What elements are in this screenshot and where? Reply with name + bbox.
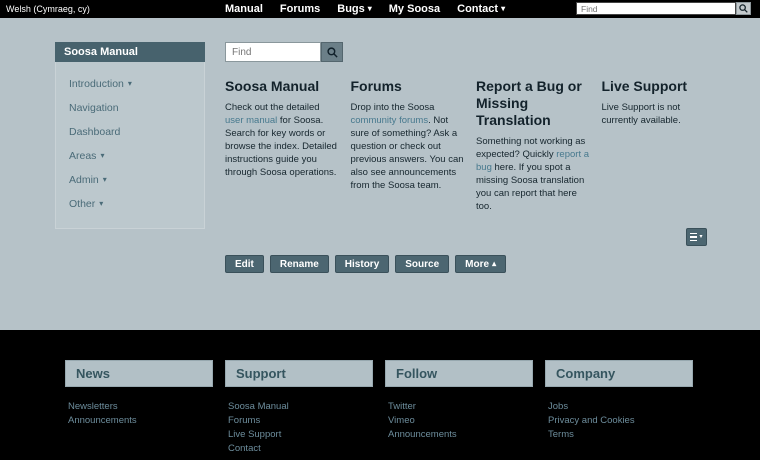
- footer-link-terms[interactable]: Terms: [545, 428, 693, 442]
- column-title: Soosa Manual: [225, 78, 339, 95]
- page-options-button[interactable]: ▾: [686, 228, 707, 246]
- page-search: [225, 42, 715, 62]
- column-text: Check out the detailed user manual for S…: [225, 101, 339, 179]
- chevron-down-icon: ▾: [103, 176, 107, 184]
- history-button[interactable]: History: [335, 255, 389, 273]
- footer-link-contact[interactable]: Contact: [225, 442, 373, 456]
- footer-link-forums[interactable]: Forums: [225, 414, 373, 428]
- chevron-down-icon: ▾: [368, 5, 372, 13]
- topbar-search-input[interactable]: [576, 2, 736, 15]
- footer-section-follow: Follow Twitter Vimeo Announcements: [385, 360, 533, 456]
- sidebar: Soosa Manual Introduction▾ Navigation Da…: [55, 42, 205, 229]
- column-title: Report a Bug or Missing Translation: [476, 78, 590, 129]
- nav-item-forums[interactable]: Forums: [280, 3, 320, 15]
- topbar-search: [576, 2, 751, 15]
- chevron-down-icon: ▾: [100, 152, 104, 160]
- footer-section-title: Support: [225, 360, 373, 387]
- footer-link-soosa-manual[interactable]: Soosa Manual: [225, 400, 373, 414]
- footer-link-newsletters[interactable]: Newsletters: [65, 400, 213, 414]
- column-forums: Forums Drop into the Soosa community for…: [351, 78, 465, 213]
- footer-link-announcements[interactable]: Announcements: [385, 428, 533, 442]
- list-icon: [690, 233, 697, 242]
- column-live-support: Live Support Live Support is not current…: [602, 78, 716, 213]
- sidebar-item-introduction[interactable]: Introduction▾: [56, 72, 204, 96]
- footer-link-twitter[interactable]: Twitter: [385, 400, 533, 414]
- more-button[interactable]: More▴: [455, 255, 506, 273]
- column-soosa-manual: Soosa Manual Check out the detailed user…: [225, 78, 339, 213]
- footer-link-announcements[interactable]: Announcements: [65, 414, 213, 428]
- column-text: Live Support is not currently available.: [602, 101, 716, 127]
- column-report-bug: Report a Bug or Missing Translation Some…: [476, 78, 590, 213]
- nav-item-manual[interactable]: Manual: [225, 3, 263, 15]
- footer: News Newsletters Announcements Support S…: [0, 330, 760, 460]
- top-bar: Welsh (Cymraeg, cy) Manual Forums Bugs▾ …: [0, 0, 760, 18]
- footer-link-jobs[interactable]: Jobs: [545, 400, 693, 414]
- sidebar-title: Soosa Manual: [55, 42, 205, 62]
- language-switcher[interactable]: Welsh (Cymraeg, cy): [6, 4, 90, 14]
- column-text: Something not working as expected? Quick…: [476, 135, 590, 213]
- edit-button[interactable]: Edit: [225, 255, 264, 273]
- nav-item-bugs[interactable]: Bugs▾: [337, 3, 372, 15]
- chevron-down-icon: ▾: [99, 200, 103, 208]
- sidebar-item-navigation[interactable]: Navigation: [56, 96, 204, 120]
- source-button[interactable]: Source: [395, 255, 449, 273]
- column-text: Drop into the Soosa community forums. No…: [351, 101, 465, 192]
- search-icon: [327, 47, 338, 58]
- sidebar-item-dashboard[interactable]: Dashboard: [56, 120, 204, 144]
- column-title: Forums: [351, 78, 465, 95]
- chevron-down-icon: ▾: [699, 234, 702, 240]
- page-actions: Edit Rename History Source More▴: [225, 255, 506, 273]
- chevron-down-icon: ▾: [501, 5, 505, 13]
- footer-section-news: News Newsletters Announcements: [65, 360, 213, 456]
- footer-link-live-support[interactable]: Live Support: [225, 428, 373, 442]
- search-icon: [739, 4, 748, 13]
- footer-link-privacy-cookies[interactable]: Privacy and Cookies: [545, 414, 693, 428]
- sidebar-item-areas[interactable]: Areas▾: [56, 144, 204, 168]
- user-manual-link[interactable]: user manual: [225, 115, 277, 126]
- footer-section-title: News: [65, 360, 213, 387]
- community-forums-link[interactable]: community forums: [351, 115, 429, 126]
- footer-section-title: Follow: [385, 360, 533, 387]
- sidebar-menu: Introduction▾ Navigation Dashboard Areas…: [55, 62, 205, 229]
- main-nav: Manual Forums Bugs▾ My Soosa Contact▾: [225, 0, 505, 18]
- topbar-search-button[interactable]: [736, 2, 751, 15]
- footer-section-company: Company Jobs Privacy and Cookies Terms: [545, 360, 693, 456]
- footer-section-title: Company: [545, 360, 693, 387]
- chevron-up-icon: ▴: [492, 260, 496, 268]
- column-title: Live Support: [602, 78, 716, 95]
- sidebar-item-other[interactable]: Other▾: [56, 192, 204, 216]
- footer-columns: News Newsletters Announcements Support S…: [0, 330, 760, 456]
- footer-section-support: Support Soosa Manual Forums Live Support…: [225, 360, 373, 456]
- nav-item-contact[interactable]: Contact▾: [457, 3, 505, 15]
- page-search-input[interactable]: [225, 42, 321, 62]
- chevron-down-icon: ▾: [128, 80, 132, 88]
- feature-columns: Soosa Manual Check out the detailed user…: [225, 78, 715, 213]
- sidebar-item-admin[interactable]: Admin▾: [56, 168, 204, 192]
- main-content: Soosa Manual Check out the detailed user…: [225, 42, 715, 213]
- footer-link-vimeo[interactable]: Vimeo: [385, 414, 533, 428]
- page-search-button[interactable]: [321, 42, 343, 62]
- rename-button[interactable]: Rename: [270, 255, 329, 273]
- nav-item-my-soosa[interactable]: My Soosa: [389, 3, 440, 15]
